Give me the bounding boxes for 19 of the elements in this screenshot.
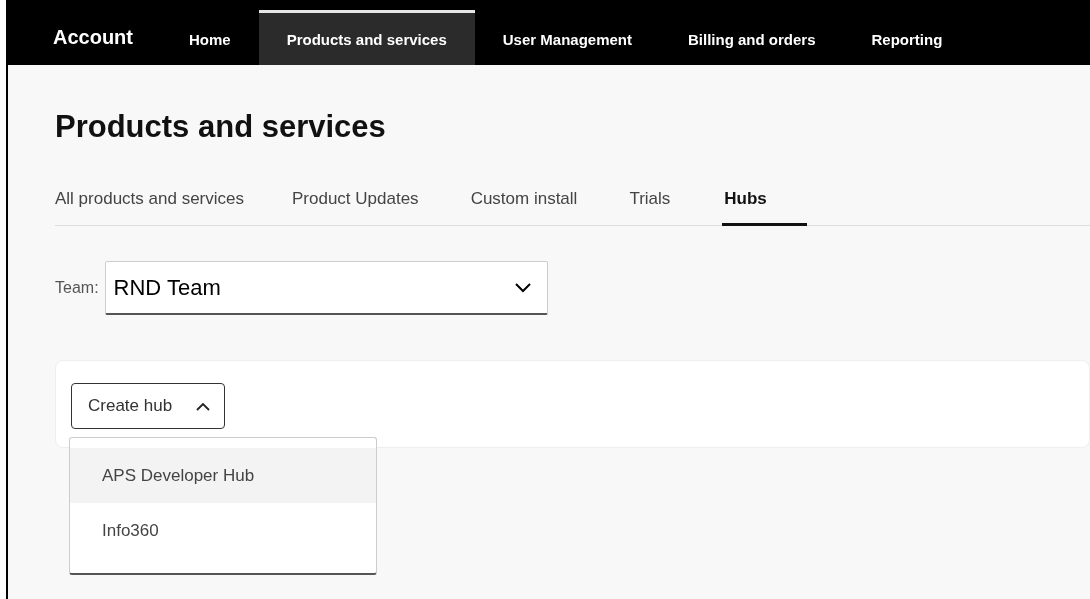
nav-item[interactable]: Reporting [843, 10, 971, 65]
nav-item[interactable]: User Management [474, 10, 660, 65]
chevron-up-icon [196, 401, 211, 411]
tab[interactable]: Trials [629, 177, 671, 226]
tab[interactable]: All products and services [55, 177, 244, 226]
team-label: Team: [55, 279, 99, 297]
menu-item[interactable]: Info360 [70, 503, 376, 558]
nav-item[interactable]: Billing and orders [660, 10, 844, 65]
create-hub-button[interactable]: Create hub [71, 383, 226, 429]
nav-item[interactable]: Products and services [258, 10, 475, 65]
tab[interactable]: Product Updates [292, 177, 419, 226]
chevron-down-icon [514, 282, 531, 293]
tab[interactable]: Hubs [722, 177, 807, 226]
menu-item[interactable]: APS Developer Hub [70, 448, 376, 503]
tab[interactable]: Custom install [470, 177, 578, 226]
team-select[interactable]: RND Team [104, 261, 548, 315]
page-title: Products and services [55, 108, 387, 146]
brand-title[interactable]: Account [6, 10, 161, 65]
nav-item[interactable]: Home [161, 10, 259, 65]
